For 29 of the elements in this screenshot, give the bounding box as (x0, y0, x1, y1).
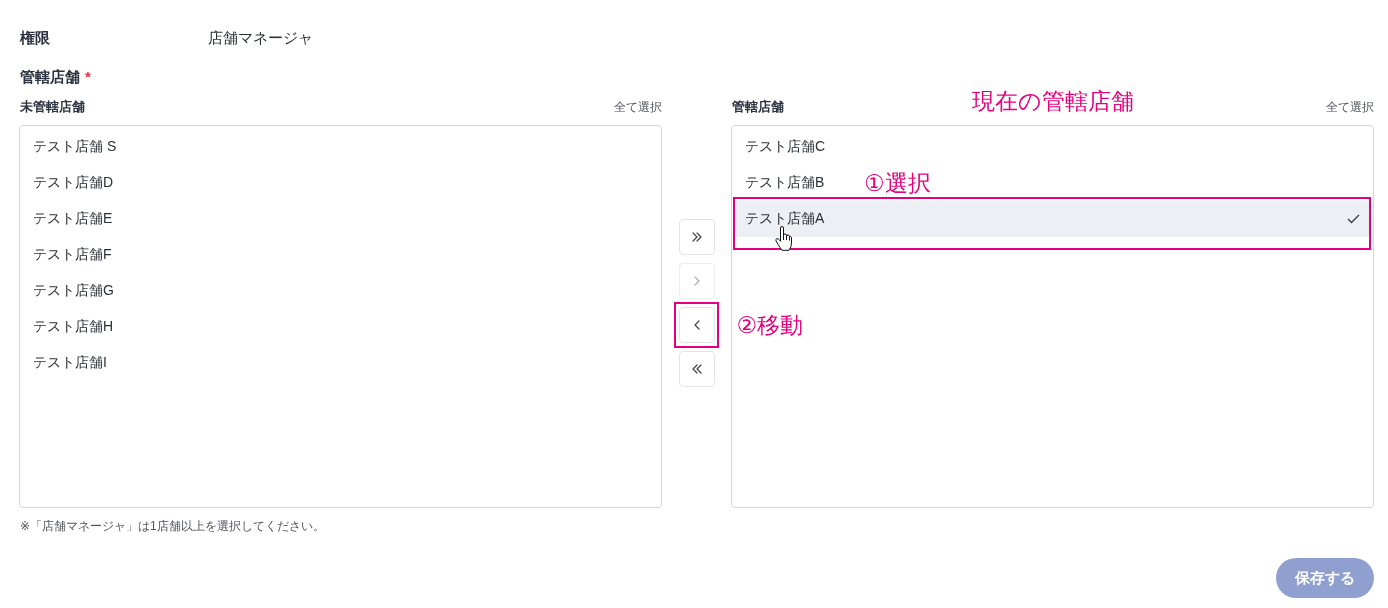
list-item[interactable]: テスト店舗C (735, 129, 836, 165)
list-item[interactable]: テスト店舗B (735, 165, 835, 201)
list-item[interactable]: テスト店舗I (23, 345, 117, 381)
add-all-button[interactable] (678, 219, 715, 255)
list-title: 未管轄店舗 (19, 98, 85, 116)
annotation-text: ②移動 (736, 311, 804, 339)
double-chevron-left-icon (691, 364, 702, 374)
help-note: ※「店舗マネージャ」は1店舗以上を選択してください。 (20, 518, 326, 535)
list-item[interactable]: テスト店舗D (23, 165, 124, 201)
list-item[interactable]: テスト店舗F (23, 237, 122, 273)
list-item[interactable]: テスト店舗A (735, 201, 1370, 237)
chevron-right-icon (693, 276, 700, 286)
annotation-text: 現在の管轄店舗 (972, 87, 1134, 115)
list-title: 管轄店舗 (731, 98, 784, 116)
list-item[interactable]: テスト店舗E (23, 201, 123, 237)
list-item[interactable]: テスト店舗 S (23, 129, 127, 165)
required-mark: * (85, 67, 91, 87)
annotation-text: ①選択 (864, 169, 931, 197)
chevron-left-icon (693, 320, 700, 330)
select-all-link[interactable]: 全て選択 (614, 98, 662, 116)
remove-all-button[interactable] (678, 351, 715, 387)
list-item[interactable]: テスト店舗H (23, 309, 124, 345)
double-chevron-right-icon (691, 232, 702, 242)
field-label: 権限 (19, 28, 51, 48)
check-icon (1347, 214, 1360, 224)
select-all-link[interactable]: 全て選択 (1326, 98, 1374, 116)
field-label: 管轄店舗 (19, 67, 80, 87)
list-item[interactable]: テスト店舗G (23, 273, 124, 309)
field-value: 店舗マネージャ (208, 28, 313, 48)
